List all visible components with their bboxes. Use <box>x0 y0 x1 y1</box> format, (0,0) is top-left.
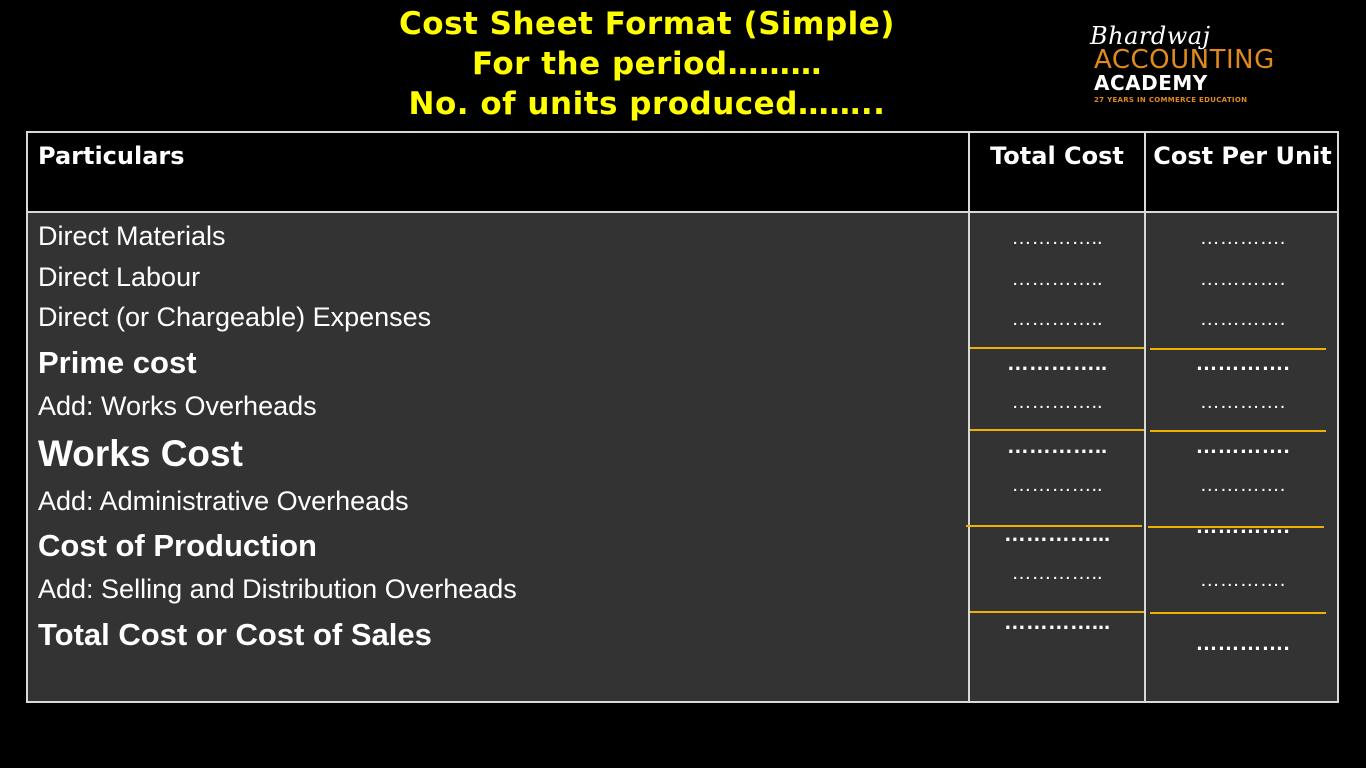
subtotal-rule <box>970 429 1144 431</box>
cost-per-unit-value: …………. <box>1195 350 1290 375</box>
total-cost-value: ………….. <box>1006 350 1108 375</box>
total-cost-value: ………….. <box>1006 433 1108 458</box>
cost-per-unit-value: …………. <box>1199 227 1286 249</box>
cost-per-unit-value: …………. <box>1195 433 1290 458</box>
row-prime-cost: Prime cost <box>38 345 197 380</box>
title-line-3: No. of units produced…….. <box>408 86 886 122</box>
row-direct-expenses: Direct (or Chargeable) Expenses <box>38 302 432 332</box>
row-cost-of-production: Cost of Production <box>38 528 317 563</box>
total-cost-value: ………….. <box>1011 391 1103 413</box>
cost-per-unit-value: …………. <box>1199 308 1286 330</box>
cost-per-unit-value: …………. <box>1195 513 1290 538</box>
row-total-cost-of-sales: Total Cost or Cost of Sales <box>38 617 432 652</box>
column-divider <box>1144 133 1146 701</box>
logo-tagline: 27 YEARS IN COMMERCE EDUCATION <box>1094 96 1248 104</box>
row-administrative-overheads: Add: Administrative Overheads <box>38 486 409 516</box>
total-cost-value: ………….. <box>1011 268 1103 290</box>
table-header: Particulars Total Cost Cost Per Unit <box>28 133 1337 213</box>
logo-academy: ACADEMY <box>1094 71 1208 95</box>
total-cost-value: …………... <box>1003 609 1111 634</box>
total-cost-value: ………….. <box>1011 308 1103 330</box>
header-particulars: Particulars <box>38 142 185 170</box>
row-works-cost: Works Cost <box>38 433 243 474</box>
title-line-1: Cost Sheet Format (Simple) <box>399 6 895 42</box>
cost-per-unit-value: …………. <box>1199 474 1286 496</box>
header-total-cost: Total Cost <box>990 142 1124 170</box>
row-direct-materials: Direct Materials <box>38 221 226 251</box>
cost-sheet-table: Particulars Total Cost Cost Per Unit Dir… <box>26 131 1339 703</box>
total-cost-value: ………….. <box>1011 227 1103 249</box>
header-cost-per-unit: Cost Per Unit <box>1153 142 1332 170</box>
total-cost-value: ………….. <box>1011 562 1103 584</box>
subtotal-rule <box>970 347 1144 349</box>
slide-title: Cost Sheet Format (Simple) For the perio… <box>380 4 914 124</box>
title-line-2: For the period……… <box>471 46 823 82</box>
cost-per-unit-value: …………. <box>1195 630 1290 655</box>
academy-logo: Bhardwaj ACCOUNTING ACADEMY 27 YEARS IN … <box>1090 24 1340 106</box>
row-selling-distribution-overheads: Add: Selling and Distribution Overheads <box>38 574 517 604</box>
cost-per-unit-value: …………. <box>1199 268 1286 290</box>
subtotal-rule <box>1150 612 1326 614</box>
subtotal-rule <box>1150 430 1326 432</box>
cost-per-unit-value: …………. <box>1199 569 1286 591</box>
total-cost-value: …………... <box>1003 521 1111 546</box>
logo-accounting: ACCOUNTING <box>1094 45 1275 75</box>
row-works-overheads: Add: Works Overheads <box>38 391 317 421</box>
row-direct-labour: Direct Labour <box>38 262 201 292</box>
cost-per-unit-value: …………. <box>1199 391 1286 413</box>
total-cost-value: ………….. <box>1011 474 1103 496</box>
